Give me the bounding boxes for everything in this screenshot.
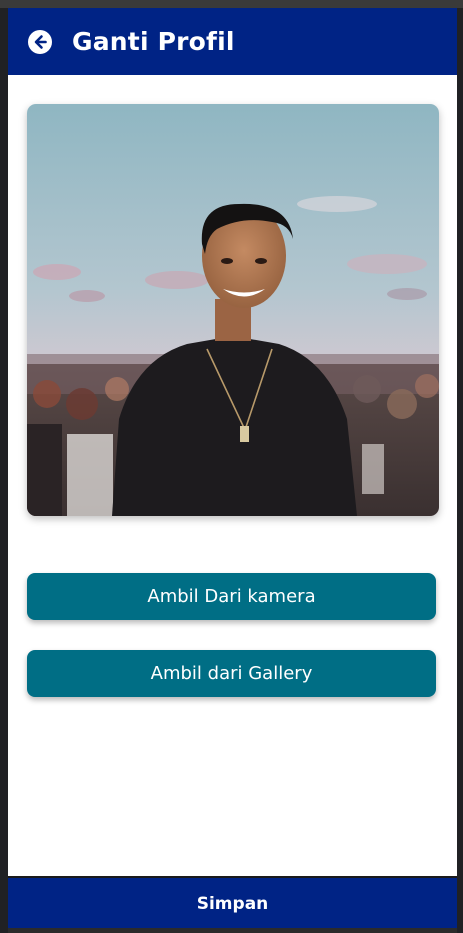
app-screen: Ganti Profil Ambil Dari kamera Ambil dar… [8, 8, 457, 933]
profile-photo [27, 104, 439, 516]
bottom-strip [8, 928, 457, 933]
take-from-camera-button[interactable]: Ambil Dari kamera [27, 573, 436, 620]
profile-photo-image [27, 104, 439, 516]
device-frame: Ganti Profil Ambil Dari kamera Ambil dar… [0, 0, 463, 933]
app-bar: Ganti Profil [8, 8, 457, 75]
page-title: Ganti Profil [72, 27, 235, 56]
back-button[interactable] [26, 28, 54, 56]
arrow-left-circle-icon [28, 29, 52, 54]
take-from-gallery-button[interactable]: Ambil dari Gallery [27, 650, 436, 697]
save-button[interactable]: Simpan [8, 876, 457, 930]
window-top-strip [0, 0, 463, 8]
